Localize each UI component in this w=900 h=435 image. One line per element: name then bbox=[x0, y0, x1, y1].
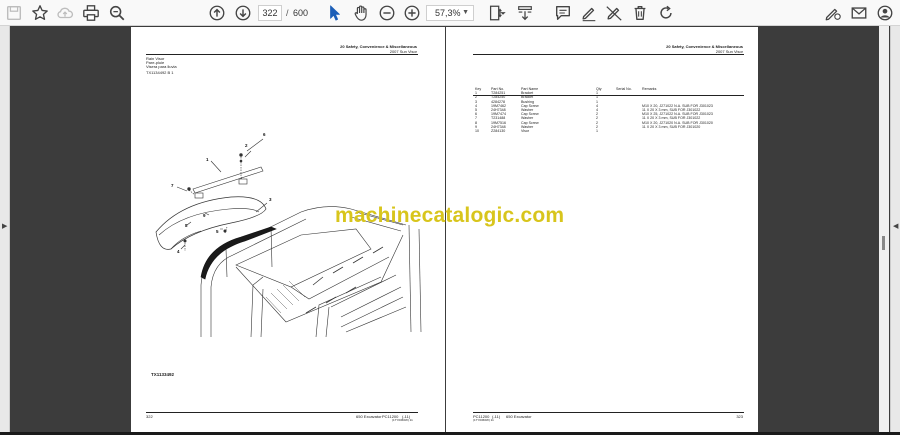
cell-name: Visor bbox=[521, 129, 530, 134]
cell-key: 10 bbox=[475, 129, 479, 134]
figure-title-es: Visera para lluvia bbox=[146, 64, 177, 69]
select-cursor-icon[interactable] bbox=[325, 3, 345, 23]
cell-serial bbox=[614, 129, 640, 133]
edit-sign-icon[interactable] bbox=[823, 3, 843, 23]
scrollbar[interactable] bbox=[879, 26, 889, 432]
comment-icon[interactable] bbox=[553, 3, 573, 23]
chevron-down-icon: ▼ bbox=[462, 9, 469, 16]
footer-sub: (17Y0366W) 11 bbox=[392, 418, 413, 422]
zoom-in-icon[interactable] bbox=[402, 3, 422, 23]
pdf-viewer: / 600 57,3% ▼ bbox=[0, 0, 900, 435]
callout-7: 7 bbox=[171, 183, 174, 188]
callout-3: 3 bbox=[269, 197, 272, 202]
mail-icon[interactable] bbox=[849, 3, 869, 23]
footer-sub: (17Y0366W) 11 bbox=[473, 418, 494, 422]
rain-visor-exploded-diagram: 1 2 3 4 5 6 7 8 9 bbox=[155, 132, 422, 338]
print-icon[interactable] bbox=[81, 3, 101, 23]
draw-erase-icon[interactable] bbox=[604, 3, 624, 23]
table-row: 10 Z284130 Visor 1 bbox=[473, 129, 715, 133]
page-total: 600 bbox=[293, 8, 309, 18]
parts-table: Key Part No. Part Name Qty Serial No. Re… bbox=[473, 87, 715, 133]
footer-model: 650 Excavator bbox=[506, 414, 532, 419]
page-323: 20 Safety, Convenience & Miscellaneous 2… bbox=[446, 27, 758, 432]
page-number-input[interactable] bbox=[258, 5, 282, 21]
callout-6: 6 bbox=[263, 132, 266, 137]
footer-model: 650 Excavator bbox=[356, 414, 382, 419]
page-separator: / bbox=[286, 8, 289, 18]
toolbar: / 600 57,3% ▼ bbox=[0, 0, 900, 26]
right-panel-toggle[interactable]: ◀ bbox=[890, 26, 900, 432]
left-panel-toggle[interactable]: ▶ bbox=[0, 26, 10, 432]
zoom-search-icon[interactable] bbox=[107, 3, 127, 23]
scroll-mode-icon[interactable] bbox=[515, 3, 535, 23]
watermark: machinecatalogic.com bbox=[335, 204, 565, 227]
cell-part: Z284130 bbox=[491, 129, 506, 134]
footer-page-number: 323 bbox=[736, 414, 743, 419]
scrollbar-thumb[interactable] bbox=[882, 236, 885, 250]
delete-trash-icon[interactable] bbox=[630, 3, 650, 23]
chevron-left-icon: ◀ bbox=[893, 223, 899, 230]
upload-cloud-icon[interactable] bbox=[55, 3, 75, 23]
callout-2: 2 bbox=[245, 143, 248, 148]
header-rule bbox=[146, 54, 418, 55]
callout-4: 4 bbox=[177, 249, 180, 254]
figure-caption: TX1133492 bbox=[151, 372, 175, 377]
hand-pan-icon[interactable] bbox=[351, 3, 371, 23]
page-322: 20 Safety, Convenience & Miscellaneous 2… bbox=[131, 27, 445, 432]
account-avatar-icon[interactable] bbox=[875, 3, 895, 23]
zoom-level-select[interactable]: 57,3% ▼ bbox=[426, 5, 474, 21]
chevron-right-icon: ▶ bbox=[2, 223, 8, 230]
zoom-out-icon[interactable] bbox=[377, 3, 397, 23]
table-header-rule bbox=[473, 95, 744, 96]
fit-dropdown-icon[interactable] bbox=[498, 3, 508, 23]
previous-page-icon[interactable] bbox=[207, 3, 227, 23]
footer-page-number: 322 bbox=[146, 414, 153, 419]
callout-1: 1 bbox=[206, 157, 209, 162]
bookmark-star-icon[interactable] bbox=[30, 3, 50, 23]
save-icon[interactable] bbox=[4, 3, 24, 23]
footer-rule bbox=[473, 412, 744, 413]
highlight-pen-icon[interactable] bbox=[579, 3, 599, 23]
zoom-level-value: 57,3% bbox=[435, 8, 461, 18]
callout-5: 5 bbox=[216, 229, 219, 234]
figure-reference: TX1134492 B 1 bbox=[146, 70, 174, 75]
header-rule bbox=[473, 54, 744, 55]
cell-remarks bbox=[640, 129, 715, 133]
cell-qty: 1 bbox=[596, 129, 598, 134]
next-page-icon[interactable] bbox=[233, 3, 253, 23]
footer-rule bbox=[146, 412, 418, 413]
rotate-redo-icon[interactable] bbox=[656, 3, 676, 23]
